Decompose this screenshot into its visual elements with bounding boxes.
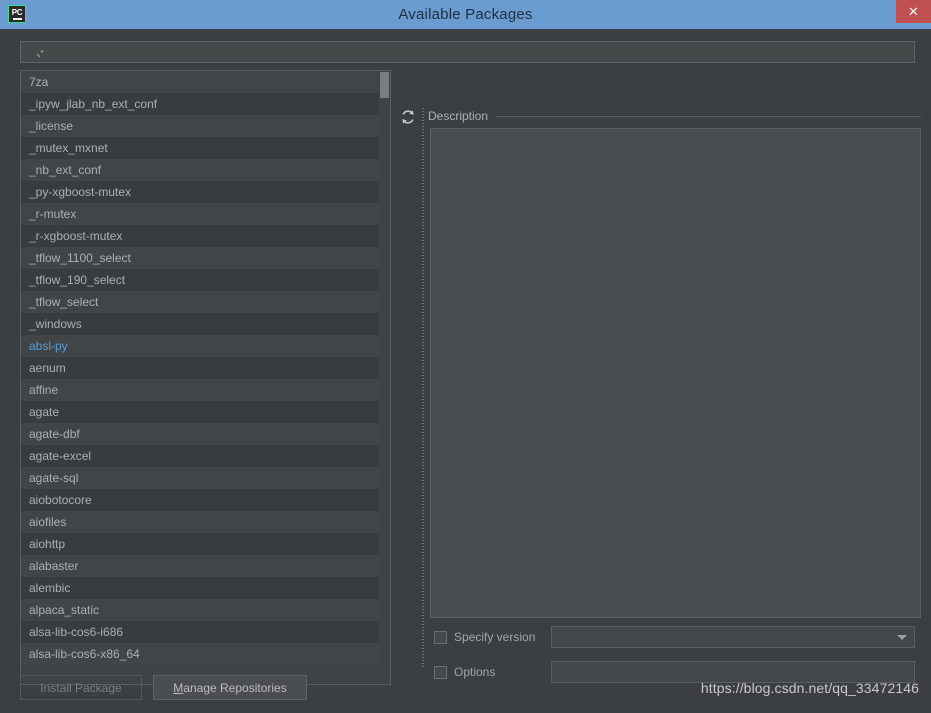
close-icon[interactable]: ✕: [896, 0, 931, 23]
package-list-item[interactable]: absl-py: [21, 335, 390, 357]
package-list[interactable]: 7za _ipyw_jlab_nb_ext_conf _license _mutex_…: [20, 70, 391, 685]
description-header: Description: [428, 109, 921, 123]
description-body: [430, 128, 921, 618]
package-list-item[interactable]: _tflow_select: [21, 291, 390, 313]
package-list-item[interactable]: 7za: [21, 71, 390, 93]
version-dropdown[interactable]: [551, 626, 915, 648]
options-checkbox[interactable]: [434, 665, 447, 679]
scrollbar-thumb[interactable]: [380, 72, 389, 98]
title-bar: PC Available Packages ✕: [0, 0, 931, 29]
description-pane: Description Specify version Options: [426, 70, 921, 685]
package-list-item[interactable]: _nb_ext_conf: [21, 159, 390, 181]
manage-repositories-button[interactable]: Manage Repositories: [153, 675, 307, 700]
package-list-rows: 7za _ipyw_jlab_nb_ext_conf _license _mutex_…: [21, 71, 390, 665]
package-list-item[interactable]: _r-mutex: [21, 203, 390, 225]
manage-repositories-mnemonic: M: [173, 680, 184, 695]
chevron-down-icon: [897, 634, 907, 640]
window-title: Available Packages: [398, 6, 533, 23]
package-list-item[interactable]: _py-xgboost-mutex: [21, 181, 390, 203]
specify-version-checkbox[interactable]: [434, 630, 447, 644]
options-row: Options: [434, 665, 495, 679]
description-label: Description: [428, 109, 489, 123]
package-list-item[interactable]: _r-xgboost-mutex: [21, 225, 390, 247]
package-list-item[interactable]: alsa-lib-cos6-x86_64: [21, 643, 390, 665]
package-list-item[interactable]: aenum: [21, 357, 390, 379]
specify-version-row: Specify version: [434, 630, 535, 644]
package-list-item[interactable]: _ipyw_jlab_nb_ext_conf: [21, 93, 390, 115]
package-list-item[interactable]: agate: [21, 401, 390, 423]
install-package-button[interactable]: Install Package: [20, 675, 142, 700]
package-list-item[interactable]: _tflow_190_select: [21, 269, 390, 291]
specify-version-label: Specify version: [454, 630, 536, 644]
watermark: https://blog.csdn.net/qq_33472146: [700, 680, 919, 696]
package-list-item[interactable]: _tflow_1100_select: [21, 247, 390, 269]
search-icon: [28, 45, 44, 59]
pycharm-icon-bar: [12, 17, 22, 20]
package-list-item[interactable]: agate-excel: [21, 445, 390, 467]
splitter-grip: [422, 108, 424, 668]
package-list-item[interactable]: affine: [21, 379, 390, 401]
description-separator: [496, 115, 921, 117]
package-list-item[interactable]: aiofiles: [21, 511, 390, 533]
pycharm-icon-text: PC: [11, 7, 23, 17]
package-list-item[interactable]: alabaster: [21, 555, 390, 577]
package-list-item[interactable]: _license: [21, 115, 390, 137]
package-list-item[interactable]: agate-dbf: [21, 423, 390, 445]
search-field[interactable]: [20, 41, 915, 63]
refresh-icon[interactable]: [398, 107, 418, 127]
package-list-item[interactable]: _windows: [21, 313, 390, 335]
package-list-item[interactable]: alpaca_static: [21, 599, 390, 621]
package-list-item[interactable]: agate-sql: [21, 467, 390, 489]
options-label: Options: [454, 665, 496, 679]
package-list-item[interactable]: aiobotocore: [21, 489, 390, 511]
package-list-item[interactable]: _mutex_mxnet: [21, 137, 390, 159]
dialog-content: 7za _ipyw_jlab_nb_ext_conf _license _mutex_…: [0, 29, 931, 713]
package-list-item[interactable]: alsa-lib-cos6-i686: [21, 621, 390, 643]
manage-repositories-label: anage Repositories: [183, 680, 287, 695]
package-list-item[interactable]: aiohttp: [21, 533, 390, 555]
package-list-scrollbar[interactable]: [379, 71, 390, 684]
search-input[interactable]: [44, 44, 914, 60]
package-list-item[interactable]: alembic: [21, 577, 390, 599]
pycharm-icon: PC: [8, 5, 26, 23]
